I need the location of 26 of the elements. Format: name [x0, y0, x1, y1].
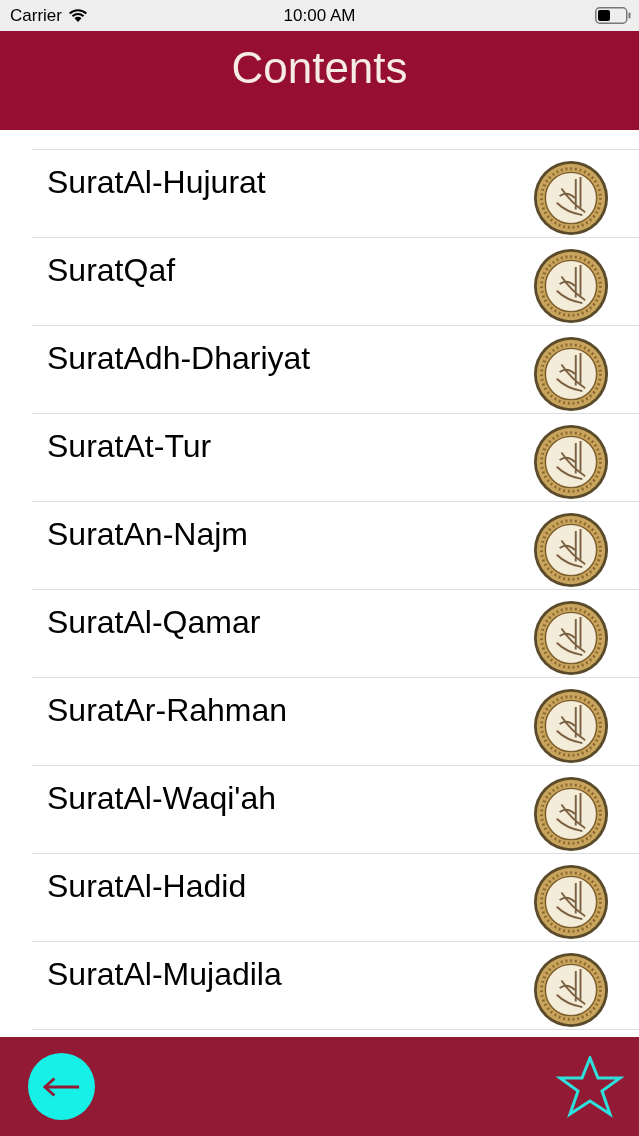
header-title: Contents — [231, 43, 408, 93]
left-arrow-icon — [42, 1075, 81, 1098]
medallion-icon — [533, 864, 609, 940]
battery-icon — [595, 7, 631, 24]
medallion-icon — [533, 336, 609, 412]
list-item[interactable]: SuratAt-Tur — [32, 414, 639, 502]
medallion-icon — [533, 512, 609, 588]
list-item[interactable]: SuratAl-Hujurat — [32, 150, 639, 238]
medallion-icon — [533, 248, 609, 324]
medallion-icon — [533, 776, 609, 852]
status-time: 10:00 AM — [283, 5, 356, 26]
medallion-icon — [533, 600, 609, 676]
medallion-icon — [533, 160, 609, 236]
list-item[interactable]: SuratAl-Qamar — [32, 590, 639, 678]
wifi-icon — [67, 8, 88, 23]
medallion-icon — [533, 952, 609, 1028]
list-item[interactable]: SuratAl-Waqi'ah — [32, 766, 639, 854]
list-item[interactable]: SuratAdh-Dhariyat — [32, 326, 639, 414]
medallion-icon — [533, 424, 609, 500]
list-item[interactable]: SuratAr-Rahman — [32, 678, 639, 766]
carrier-label: Carrier — [10, 5, 62, 26]
medallion-icon — [533, 688, 609, 764]
list-item[interactable]: SuratQaf — [32, 238, 639, 326]
list-item[interactable]: SuratAl-Hadid — [32, 854, 639, 942]
list-item[interactable]: SuratAl-Mujadila — [32, 942, 639, 1030]
list-item[interactable]: SuratAn-Najm — [32, 502, 639, 590]
